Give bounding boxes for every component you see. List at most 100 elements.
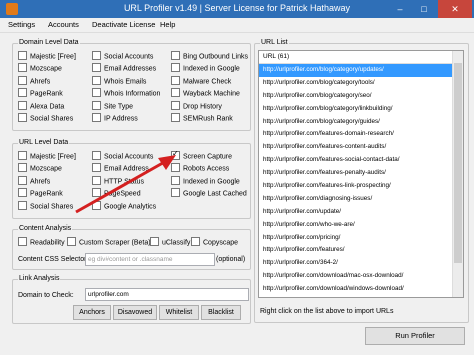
checkbox-box[interactable]	[18, 100, 27, 110]
checkbox-box[interactable]	[171, 51, 180, 60]
anchors-button[interactable]: Anchors	[73, 305, 111, 320]
checkbox-box[interactable]	[18, 175, 27, 185]
checkbox-box[interactable]	[92, 63, 101, 73]
url-list-scrollbar[interactable]	[452, 51, 463, 297]
checkbox-bing-outbound-links[interactable]: Bing Outbound Links	[171, 51, 248, 62]
checkbox-box[interactable]	[171, 63, 180, 73]
url-list-row[interactable]: http://urlprofiler.com/blog/category/seo…	[259, 90, 463, 103]
url-list-row[interactable]: http://urlprofiler.com/features-penalty-…	[259, 167, 463, 180]
menu-deactivate-license[interactable]: Deactivate License	[92, 20, 155, 29]
url-list-row[interactable]: http://urlprofiler.com/features-domain-r…	[259, 128, 463, 141]
blacklist-button[interactable]: Blacklist	[201, 305, 241, 320]
checkbox-box[interactable]	[18, 200, 27, 210]
checkbox-box[interactable]	[18, 188, 27, 198]
scrollbar-thumb[interactable]	[454, 63, 462, 263]
checkbox-copyscape[interactable]: Copyscape	[191, 237, 238, 248]
checkbox-box[interactable]	[171, 75, 180, 85]
checkbox-box[interactable]	[18, 151, 27, 160]
url-list-row[interactable]: http://urlprofiler.com/features-content-…	[259, 141, 463, 154]
close-button[interactable]: ✕	[438, 0, 472, 18]
url-list-row[interactable]: http://urlprofiler.com/blog/category/too…	[259, 77, 463, 90]
checkbox-box[interactable]	[92, 75, 101, 85]
checkbox-ip-address[interactable]: IP Address	[92, 113, 138, 124]
checkbox-box[interactable]	[92, 88, 101, 98]
checkbox-indexed-in-google[interactable]: Indexed in Google	[171, 63, 240, 74]
title-bar: URL Profiler v1.49 | Server License for …	[0, 0, 474, 18]
checkbox-social-shares[interactable]: Social Shares	[18, 200, 73, 212]
maximize-button[interactable]: □	[412, 0, 436, 18]
checkbox-box[interactable]	[171, 113, 180, 122]
checkbox-label: PageRank	[30, 190, 63, 198]
checkbox-label: Social Shares	[30, 115, 74, 123]
url-list-row[interactable]: http://urlprofiler.com/364-2/	[259, 257, 463, 270]
run-profiler-button[interactable]: Run Profiler	[365, 327, 465, 345]
url-list-row[interactable]: http://urlprofiler.com/features-social-c…	[259, 154, 463, 167]
disavowed-button[interactable]: Disavowed	[113, 305, 157, 320]
url-list-row[interactable]: http://urlprofiler.com/features/	[259, 244, 463, 257]
url-list-row[interactable]: http://urlprofiler.com/blog/category/lin…	[259, 103, 463, 116]
checkbox-box[interactable]	[18, 113, 27, 122]
checkbox-box[interactable]	[18, 75, 27, 85]
checkbox-box[interactable]	[171, 100, 180, 110]
domain-to-check-input[interactable]: urlprofiler.com	[85, 288, 249, 301]
checkbox-malware-check[interactable]: Malware Check	[171, 75, 231, 87]
menu-settings[interactable]: Settings	[8, 20, 35, 29]
checkbox-box[interactable]	[92, 51, 101, 60]
checkbox-majestic-free[interactable]: Majestic [Free]	[18, 151, 76, 162]
checkbox-whois-emails[interactable]: Whois Emails	[92, 75, 146, 87]
checkbox-label: IP Address	[104, 115, 138, 123]
checkbox-alexa-data[interactable]: Alexa Data	[18, 100, 64, 112]
domain-level-group: Domain Level Data Majestic [Free] Mozscap…	[12, 39, 251, 131]
url-list-row[interactable]: http://urlprofiler.com/who-we-are/	[259, 219, 463, 232]
checkbox-box[interactable]	[18, 51, 27, 60]
minimize-button[interactable]: –	[388, 0, 412, 18]
checkbox-mozscape[interactable]: Mozscape	[18, 63, 62, 74]
checkbox-whois-information[interactable]: Whois Information	[92, 88, 160, 99]
url-list-row[interactable]: http://urlprofiler.com/download/windows-…	[259, 283, 463, 296]
checkbox-social-accounts[interactable]: Social Accounts	[92, 51, 153, 62]
url-list-row[interactable]: http://urlprofiler.com/pricing/	[259, 232, 463, 245]
checkbox-pagerank[interactable]: PageRank	[18, 88, 63, 99]
url-list[interactable]: URL (61) http://urlprofiler.com/blog/cat…	[258, 50, 464, 298]
whitelist-button[interactable]: Whitelist	[159, 305, 199, 320]
checkbox-box[interactable]	[18, 163, 27, 173]
checkbox-ahrefs[interactable]: Ahrefs	[18, 175, 50, 187]
arrow-shaft	[75, 158, 169, 214]
checkbox-box[interactable]	[18, 63, 27, 73]
url-list-row[interactable]: http://urlprofiler.com/update/	[259, 206, 463, 219]
menu-help[interactable]: Help	[160, 20, 175, 29]
checkbox-email-addresses[interactable]: Email Addresses	[92, 63, 156, 74]
url-list-row[interactable]: http://urlprofiler.com/download/mac-osx-…	[259, 270, 463, 283]
checkbox-mozscape[interactable]: Mozscape	[18, 163, 62, 174]
checkbox-box[interactable]	[18, 237, 27, 246]
checkbox-box[interactable]	[191, 237, 200, 246]
checkbox-box[interactable]	[92, 100, 101, 110]
checkbox-box[interactable]	[171, 88, 180, 98]
url-list-row[interactable]: http://urlprofiler.com/blog/category/upd…	[259, 64, 463, 77]
checkbox-box[interactable]	[150, 237, 159, 246]
checkbox-drop-history[interactable]: Drop History	[171, 100, 222, 112]
checkbox-semrush-rank[interactable]: SEMRush Rank	[171, 113, 233, 124]
checkbox-wayback-machine[interactable]: Wayback Machine	[171, 88, 240, 99]
checkbox-box[interactable]	[18, 88, 27, 98]
checkbox-box[interactable]	[67, 237, 76, 246]
url-list-label: URL List	[260, 39, 289, 46]
url-list-row[interactable]: http://urlprofiler.com/features-link-pro…	[259, 180, 463, 193]
checkbox-ahrefs[interactable]: Ahrefs	[18, 75, 50, 87]
url-list-row[interactable]: http://urlprofiler.com/blog/category/gui…	[259, 116, 463, 129]
menu-accounts[interactable]: Accounts	[48, 20, 79, 29]
checkbox-label: SEMRush Rank	[183, 115, 233, 123]
checkbox-label: Indexed in Google	[183, 65, 240, 73]
checkbox-uclassify[interactable]: uClassify	[150, 237, 190, 248]
checkbox-custom-scraper-beta[interactable]: Custom Scraper (Beta)	[67, 237, 151, 248]
checkbox-social-shares[interactable]: Social Shares	[18, 113, 74, 124]
checkbox-site-type[interactable]: Site Type	[92, 100, 133, 112]
checkbox-box[interactable]	[92, 113, 101, 122]
checkbox-readability[interactable]: Readability	[18, 237, 65, 248]
checkbox-majestic-free[interactable]: Majestic [Free]	[18, 51, 76, 62]
checkbox-pagerank[interactable]: PageRank	[18, 188, 63, 199]
checkbox-google-last-cached[interactable]: Google Last Cached	[171, 188, 247, 199]
url-list-row[interactable]: http://urlprofiler.com/diagnosing-issues…	[259, 193, 463, 206]
content-css-selector-input[interactable]: eg div#content or .classname	[85, 253, 215, 266]
url-list-header[interactable]: URL (61)	[259, 51, 463, 64]
